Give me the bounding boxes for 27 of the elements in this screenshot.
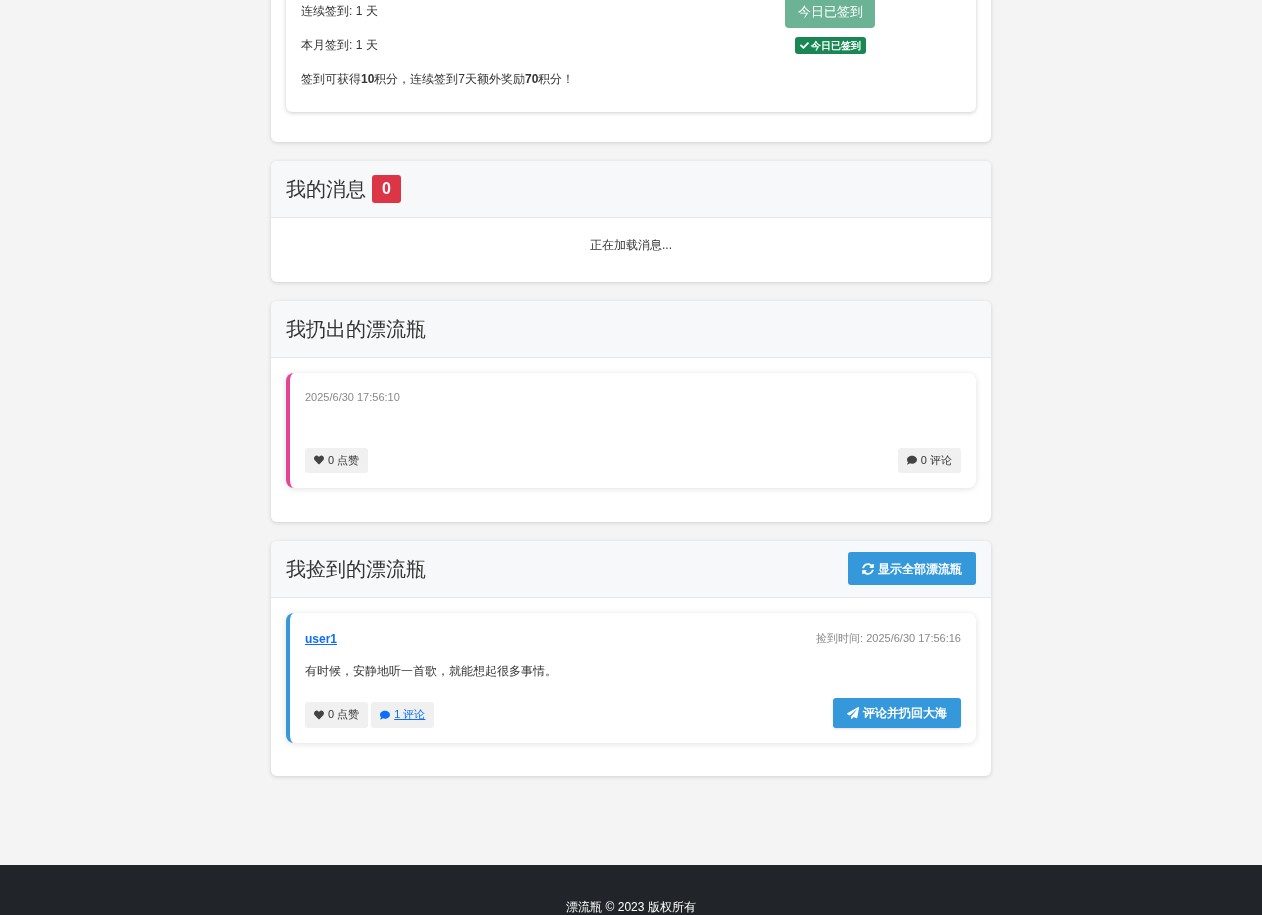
speech-bubble-icon <box>906 455 917 465</box>
section-title: 我捡到的漂流瓶 <box>286 556 426 582</box>
count-badge: 0 <box>372 175 401 203</box>
reply-button[interactable]: 评论并扔回大海 <box>833 697 961 728</box>
checkin-info: 连续签到: 1 天 <box>301 3 379 20</box>
paper-plane-icon <box>847 706 859 719</box>
like-button[interactable]: 0 点赞 <box>305 447 369 473</box>
picked-time: 捡到时间: 2025/6/30 17:56:16 <box>816 631 961 647</box>
checkin-info: 本月签到: 1 天 <box>301 37 379 54</box>
check-icon <box>799 41 809 50</box>
refresh-icon <box>862 562 874 575</box>
speech-bubble-icon <box>380 709 391 720</box>
checked-in-badge: 今日已签到 <box>794 37 866 54</box>
show-all-button[interactable]: 显示全部漂流瓶 <box>848 552 976 585</box>
comment-button[interactable]: 0 评论 <box>897 447 961 473</box>
comment-link[interactable]: 1 评论 <box>371 701 435 728</box>
user-link[interactable]: user1 <box>305 629 338 648</box>
loading-text: 正在加载消息... <box>590 237 672 254</box>
checkin-info: 签到可获得10积分，连续签到7天额外奖励70积分！ <box>301 71 575 88</box>
section-title: 我的消息 <box>286 177 366 202</box>
like-button[interactable]: 0 点赞 <box>305 701 369 728</box>
heart-icon <box>314 709 324 720</box>
heart-icon <box>314 455 324 465</box>
footer-text: 漂流瓶 © 2023 版权所有 <box>566 899 696 915</box>
section-title: 我扔出的漂流瓶 <box>286 317 426 342</box>
bottle-time: 2025/6/30 17:56:10 <box>305 390 401 405</box>
bottle-content: 有时候，安静地听一首歌，就能想起很多事情。 <box>305 662 558 680</box>
